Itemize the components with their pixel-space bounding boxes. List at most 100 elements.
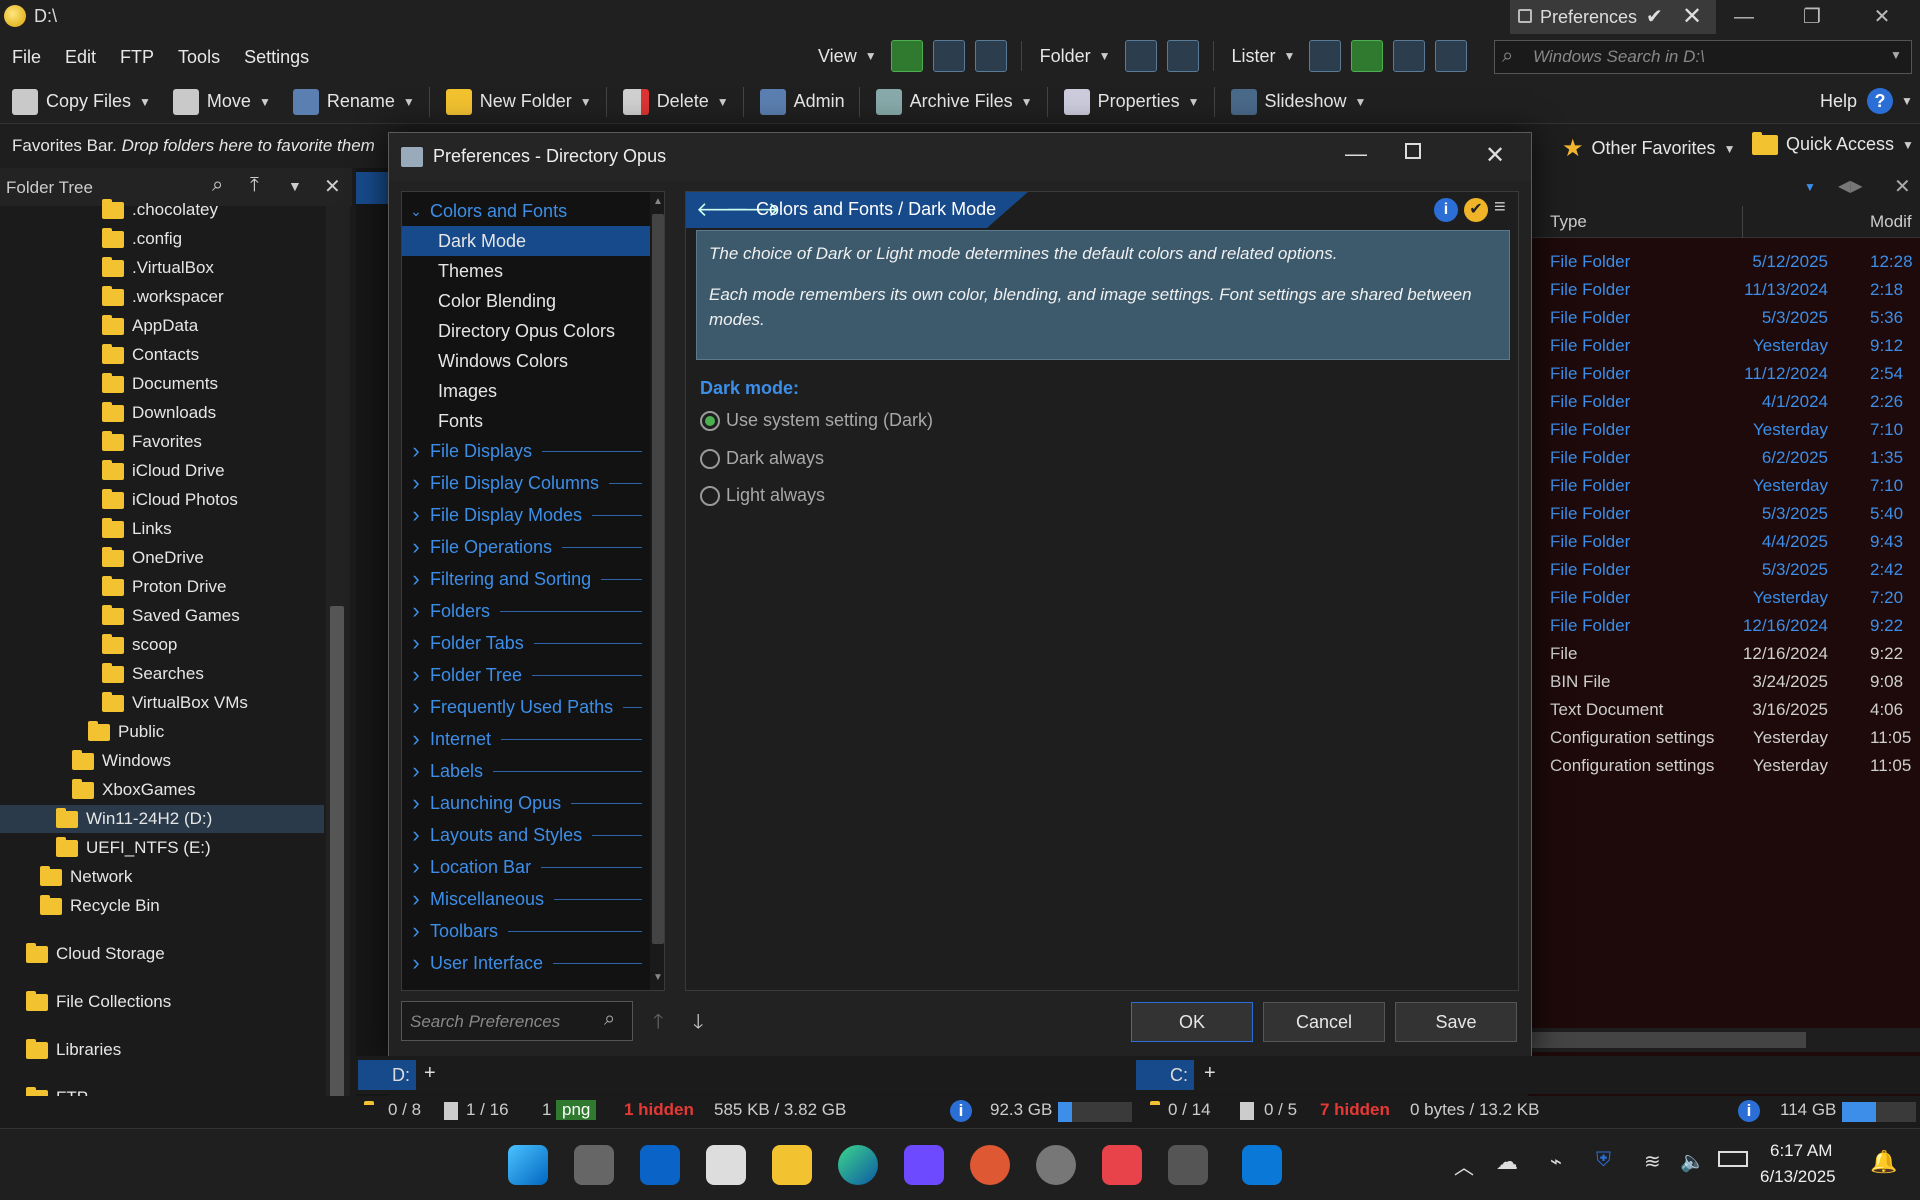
folder-tree-item[interactable]: Public [88,718,164,746]
chevron-down-icon[interactable]: ▼ [1890,48,1902,62]
nav-item[interactable]: Fonts [402,406,650,436]
ok-button[interactable]: OK [1131,1002,1253,1042]
file-list-row[interactable]: Text Document 3/16/2025 4:06 [1528,696,1920,724]
file-list-row[interactable]: File Folder 5/3/2025 5:36 [1528,304,1920,332]
file-list-row[interactable]: File Folder 5/3/2025 5:40 [1528,500,1920,528]
file-list-row[interactable]: File Folder 12/16/2024 9:22 [1528,612,1920,640]
directory-opus-icon[interactable] [1168,1145,1208,1185]
folder-tree-item[interactable]: Searches [102,660,204,688]
tree-layout-icon[interactable] [1393,40,1426,72]
lister-menu[interactable]: Lister [1232,46,1276,67]
proton-mail-icon[interactable] [904,1145,944,1185]
back-arrow-icon[interactable] [356,172,388,204]
nav-item[interactable]: › Miscellaneous [402,884,650,914]
folder-tree-item[interactable]: iCloud Drive [102,457,225,485]
file-list-row[interactable]: File Folder 4/4/2025 9:43 [1528,528,1920,556]
minimize-button[interactable]: — [1716,0,1772,34]
copy-files-button[interactable]: Copy Files ▼ [12,88,151,115]
move-up-arrow-icon[interactable]: 🡑 [653,1007,663,1041]
file-list-row[interactable]: Configuration settings Yesterday 11:05 [1528,724,1920,752]
nav-item[interactable]: › Internet [402,724,650,754]
search-icon[interactable]: ⌕ [212,174,223,197]
folder-tree-item[interactable]: XboxGames [72,776,196,804]
menu-tools[interactable]: Tools [178,47,220,68]
left-hidden-count[interactable]: 1 hidden [624,1100,694,1120]
hamburger-menu-icon[interactable]: ≡ [1494,196,1506,219]
nav-item[interactable]: Dark Mode [402,226,650,256]
cancel-button[interactable]: Cancel [1263,1002,1385,1042]
lister-layout-icon[interactable] [1351,40,1384,72]
folder-tree-item[interactable]: Contacts [102,341,199,369]
new-folder-button[interactable]: New Folder ▼ [445,88,592,115]
radio-dark-always[interactable]: Dark always [700,448,824,469]
rename-button[interactable]: Rename ▼ [292,88,415,115]
edge-icon[interactable] [838,1145,878,1185]
folder-tree-item[interactable]: Favorites [102,428,202,456]
add-tab-icon[interactable]: + [424,1062,436,1085]
info-icon[interactable]: i [950,1100,972,1122]
security-shield-icon[interactable]: ⛨ [1596,1149,1611,1172]
nav-item[interactable]: › User Interface [402,948,650,978]
file-explorer-icon[interactable] [772,1145,812,1185]
file-list-scrollbar[interactable] [1528,1028,1920,1052]
search-icon[interactable]: ⌕ [604,1008,615,1031]
pin-icon[interactable]: ✔ [1646,4,1663,29]
nav-item[interactable]: › Toolbars [402,916,650,946]
move-button[interactable]: Move ▼ [172,88,271,115]
chevron-down-icon[interactable]: ▼ [1804,180,1816,194]
folder-tree-item[interactable]: iCloud Photos [102,486,238,514]
menu-file[interactable]: File [12,47,41,68]
file-list-row[interactable]: File Folder Yesterday 9:12 [1528,332,1920,360]
chevron-down-icon[interactable]: ▼ [1901,94,1913,108]
search-preferences-input[interactable]: Search Preferences ⌕ [401,1001,633,1041]
file-list-row[interactable]: File Folder Yesterday 7:20 [1528,584,1920,612]
info-icon[interactable]: i [1738,1100,1760,1122]
maximize-button[interactable] [1405,143,1421,159]
nav-item[interactable]: Color Blending [402,286,650,316]
usb-icon[interactable]: ⌁ [1550,1149,1562,1174]
column-modified[interactable]: Modif [1870,212,1912,232]
file-list-row[interactable]: File 12/16/2024 9:22 [1528,640,1920,668]
cloud-icon[interactable]: ☁ [1496,1149,1518,1175]
folder-tree-item[interactable]: Documents [102,370,218,398]
task-view-icon[interactable] [574,1145,614,1185]
nav-item[interactable]: › File Operations [402,532,650,562]
nav-item[interactable]: ⌄ Colors and Fonts [402,196,650,226]
radio-light-always[interactable]: Light always [700,485,825,506]
close-window-button[interactable]: ✕ [1854,0,1910,34]
folder-tree-item[interactable]: Libraries [26,1036,121,1064]
move-down-arrow-icon[interactable]: 🡓 [693,1007,703,1041]
preferences-task-tab[interactable]: Preferences ✔ ✕ [1510,0,1716,34]
nav-item[interactable]: › Layouts and Styles [402,820,650,850]
duckduckgo-icon[interactable] [970,1145,1010,1185]
nav-item[interactable]: › Launching Opus [402,788,650,818]
nav-item[interactable]: › Folders [402,596,650,626]
file-list-row[interactable]: File Folder Yesterday 7:10 [1528,416,1920,444]
notification-bell-icon[interactable]: 🔔 [1870,1149,1897,1175]
folder-tree-item[interactable]: .chocolatey [102,196,218,224]
nav-item[interactable]: Images [402,376,650,406]
folder-tree-item[interactable]: AppData [102,312,198,340]
onedrive-icon[interactable] [1242,1145,1282,1185]
minimize-button[interactable]: — [1345,141,1367,167]
tab-d[interactable]: D: [358,1060,416,1090]
dual-vertical-icon[interactable] [1124,40,1157,72]
file-list-row[interactable]: File Folder 5/3/2025 2:42 [1528,556,1920,584]
restore-button[interactable]: ❐ [1784,0,1840,34]
file-list-row[interactable]: Configuration settings Yesterday 11:05 [1528,752,1920,780]
nav-item[interactable]: › File Displays [402,436,650,466]
folder-tree-item[interactable]: Windows [72,747,171,775]
view-details-icon[interactable] [890,40,923,72]
close-tab-icon[interactable]: ✕ [1682,2,1702,31]
dual-horizontal-icon[interactable] [1166,40,1199,72]
close-icon[interactable]: ✕ [1894,174,1911,199]
folder-tree-item[interactable]: Network [40,863,132,891]
start-button-icon[interactable] [508,1145,548,1185]
nav-item[interactable]: › File Display Columns [402,468,650,498]
nav-item[interactable]: › Filtering and Sorting [402,564,650,594]
folder-tree-item[interactable]: scoop [102,631,177,659]
file-list-row[interactable]: File Folder 11/13/2024 2:18 [1528,276,1920,304]
menu-settings[interactable]: Settings [244,47,309,68]
clock-date[interactable]: 6/13/2025 [1760,1167,1836,1187]
folder-tree-item[interactable]: UEFI_NTFS (E:) [56,834,211,862]
